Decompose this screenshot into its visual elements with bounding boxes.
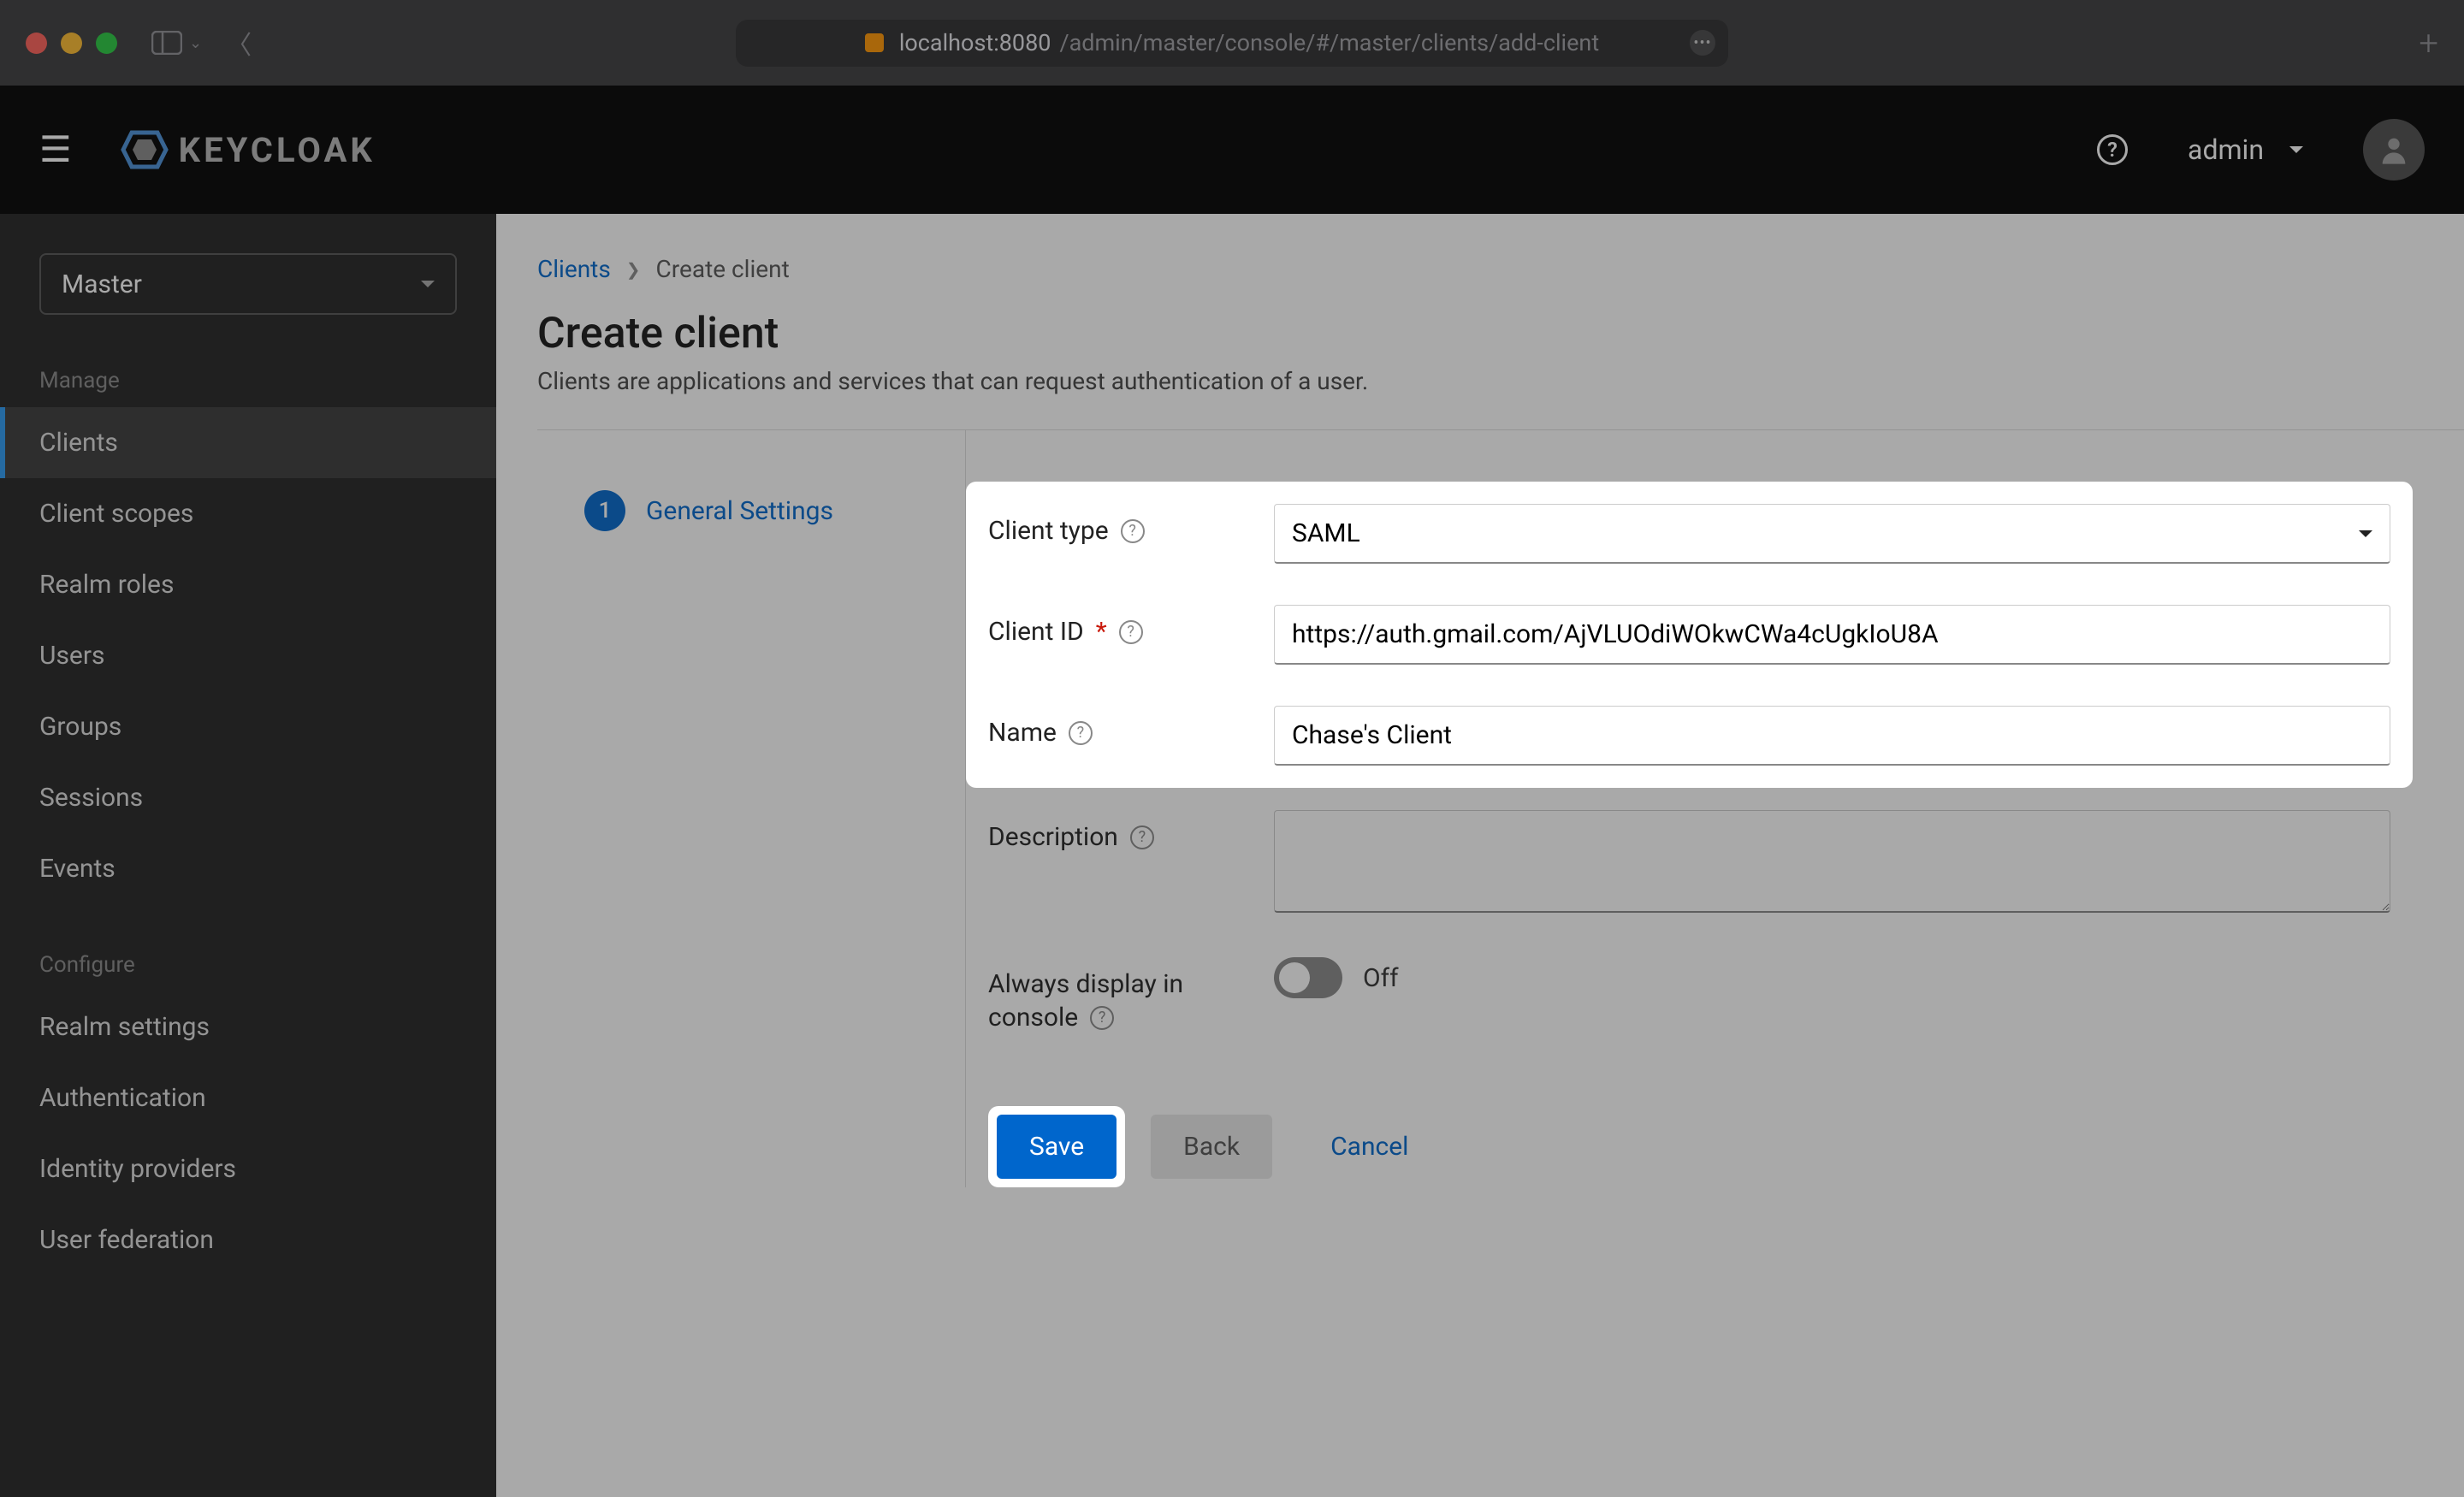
description-label: Description [988,822,1118,852]
sidebar-item-authentication[interactable]: Authentication [0,1062,496,1133]
user-menu[interactable]: admin [2188,133,2303,166]
url-path: /admin/master/console/#/master/clients/a… [1059,29,1599,56]
step-label: General Settings [646,496,833,526]
chevron-down-icon: ⌄ [189,34,202,52]
always-display-label-1: Always display in [988,969,1183,999]
form-actions: Save Back Cancel [966,1106,2413,1187]
sidebar-item-users[interactable]: Users [0,620,496,691]
client-id-label: Client ID [988,617,1084,647]
always-display-toggle[interactable] [1274,957,1342,998]
chevron-right-icon: ❯ [626,259,641,280]
topbar: ☰ KEYCLOAK ? admin [0,86,2464,214]
page-description: Clients are applications and services th… [537,367,2464,395]
breadcrumb-clients-link[interactable]: Clients [537,255,611,283]
name-input[interactable] [1274,706,2390,766]
help-icon[interactable]: ? [1121,519,1145,543]
browser-chrome: ⌄ 〈 localhost:8080/admin/master/console/… [0,0,2464,86]
brand-text: KEYCLOAK [179,130,376,170]
hamburger-icon[interactable]: ☰ [39,128,72,171]
sidebar-item-events[interactable]: Events [0,833,496,904]
sidebar-item-realm-roles[interactable]: Realm roles [0,549,496,620]
realm-selector[interactable]: Master [39,253,457,315]
sidebar-item-client-scopes[interactable]: Client scopes [0,478,496,549]
wizard-nav: 1 General Settings [537,430,965,1187]
sidebar-item-realm-settings[interactable]: Realm settings [0,991,496,1062]
sidebar: Master Manage Clients Client scopes Real… [0,214,496,1497]
breadcrumb-current: Create client [656,255,790,283]
caret-down-icon [2289,146,2303,160]
client-id-input[interactable] [1274,605,2390,665]
always-display-label-2: console [988,1003,1078,1033]
caret-down-icon [2359,530,2372,544]
wizard-step-general[interactable]: 1 General Settings [584,490,965,531]
form-column: Client type ? SAML Client ID [966,430,2464,1187]
keycloak-logo-icon [119,124,170,175]
traffic-lights [26,33,117,54]
highlighted-form-section: Client type ? SAML Client ID [966,482,2413,788]
client-type-label: Client type [988,516,1109,546]
help-icon[interactable]: ? [1119,620,1143,644]
main-content: Clients ❯ Create client Create client Cl… [496,214,2464,1497]
logo[interactable]: KEYCLOAK [119,124,376,175]
maximize-window-button[interactable] [96,33,117,54]
sidebar-item-groups[interactable]: Groups [0,691,496,762]
name-label: Name [988,718,1057,748]
cancel-button[interactable]: Cancel [1298,1115,1441,1179]
back-button[interactable]: Back [1151,1115,1272,1179]
avatar[interactable] [2363,119,2425,180]
sidebar-item-identity-providers[interactable]: Identity providers [0,1133,496,1204]
url-more-icon[interactable]: ••• [1690,30,1715,56]
sidebar-item-clients[interactable]: Clients [0,407,496,478]
client-type-value: SAML [1292,518,1360,548]
new-tab-button[interactable]: + [2419,23,2438,63]
step-number: 1 [584,490,625,531]
form-area: 1 General Settings Client type ? SAML [537,429,2464,1187]
browser-sidebar-toggle[interactable]: ⌄ [151,31,202,55]
help-icon[interactable]: ? [1090,1006,1114,1030]
browser-back-button[interactable]: 〈 [226,24,252,62]
sidebar-section-manage: Manage [0,354,496,407]
sidebar-section-configure: Configure [0,938,496,991]
client-type-select[interactable]: SAML [1274,504,2390,564]
app: ☰ KEYCLOAK ? admin Master Manage Clients… [0,86,2464,1497]
description-input[interactable] [1274,810,2390,913]
sidebar-item-user-federation[interactable]: User federation [0,1204,496,1275]
realm-name: Master [62,269,142,299]
close-window-button[interactable] [26,33,47,54]
user-name: admin [2188,133,2264,166]
required-indicator: * [1096,617,1107,647]
save-button[interactable]: Save [997,1115,1116,1179]
site-badge-icon [865,33,884,52]
caret-down-icon [421,281,435,294]
page-title: Create client [537,309,2464,358]
url-host: localhost:8080 [899,29,1051,56]
toggle-state-label: Off [1363,963,1399,993]
minimize-window-button[interactable] [61,33,82,54]
help-icon[interactable]: ? [1069,721,1093,745]
form-section-lower: Description ? Always display in console [966,788,2413,1080]
sidebar-item-sessions[interactable]: Sessions [0,762,496,833]
breadcrumb: Clients ❯ Create client [537,255,2464,283]
help-icon[interactable]: ? [2097,134,2128,165]
url-bar[interactable]: localhost:8080/admin/master/console/#/ma… [736,20,1728,67]
help-icon[interactable]: ? [1130,825,1154,849]
